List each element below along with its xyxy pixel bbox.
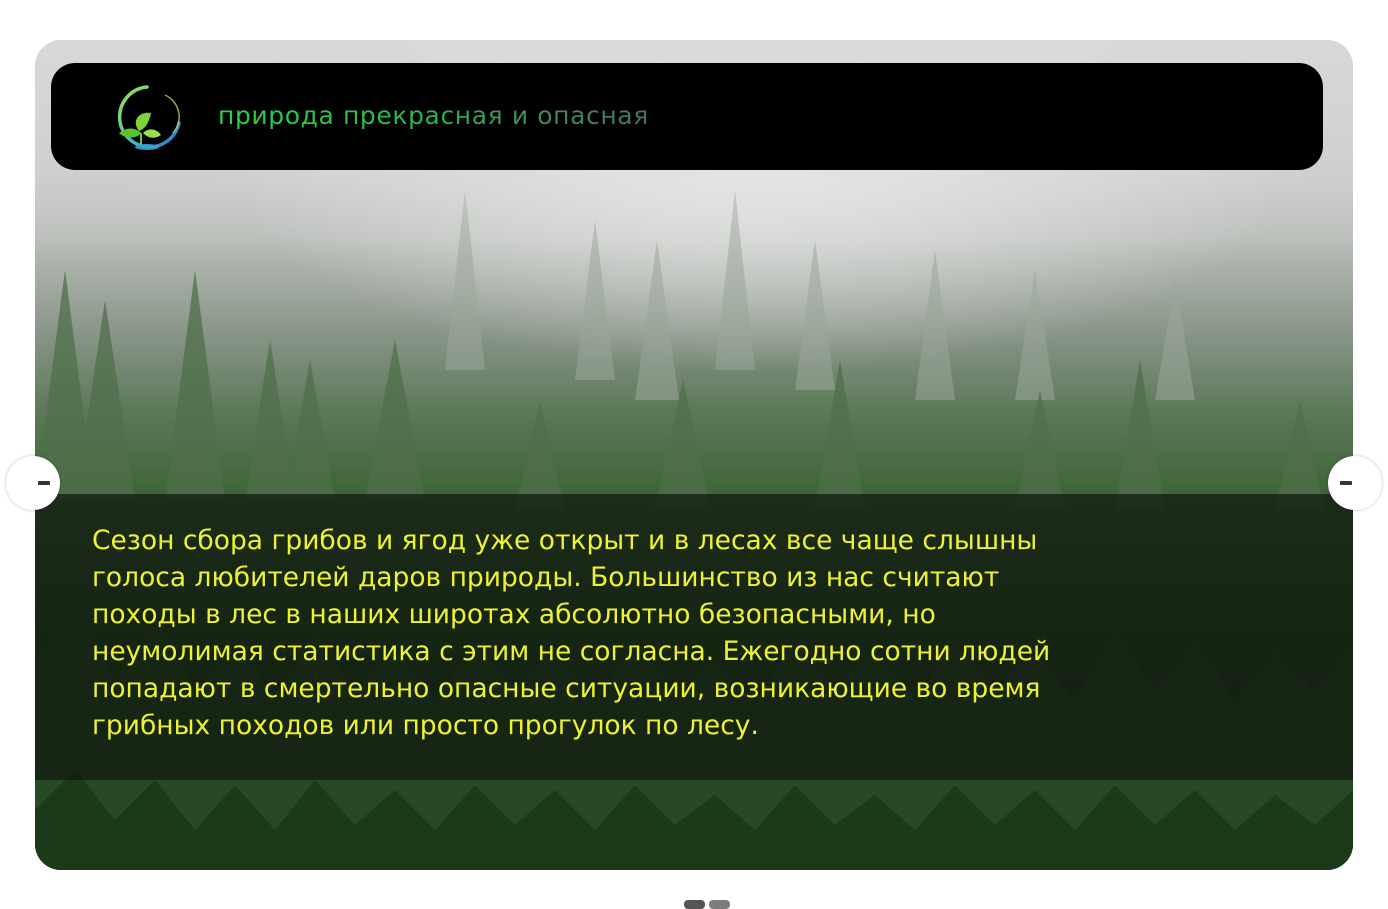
prev-slide-button[interactable]	[6, 456, 60, 510]
leaf-moon-logo-icon	[117, 85, 181, 150]
pagination-dot-2[interactable]	[709, 900, 730, 909]
slider-pagination	[684, 900, 730, 909]
slide-caption-panel: Сезон сбора грибов и ягод уже открыт и в…	[35, 494, 1353, 780]
next-slide-button[interactable]	[1328, 456, 1382, 510]
arrow-right-icon	[1340, 481, 1352, 485]
hero-slider: природа прекрасная и опасная Сезон сбора…	[35, 40, 1353, 870]
slide-caption-text: Сезон сбора грибов и ягод уже открыт и в…	[92, 525, 1051, 741]
arrow-left-icon	[38, 481, 50, 485]
pagination-dot-1[interactable]	[684, 900, 705, 909]
site-header: природа прекрасная и опасная	[51, 63, 1323, 170]
site-title[interactable]: природа прекрасная и опасная	[218, 101, 649, 130]
